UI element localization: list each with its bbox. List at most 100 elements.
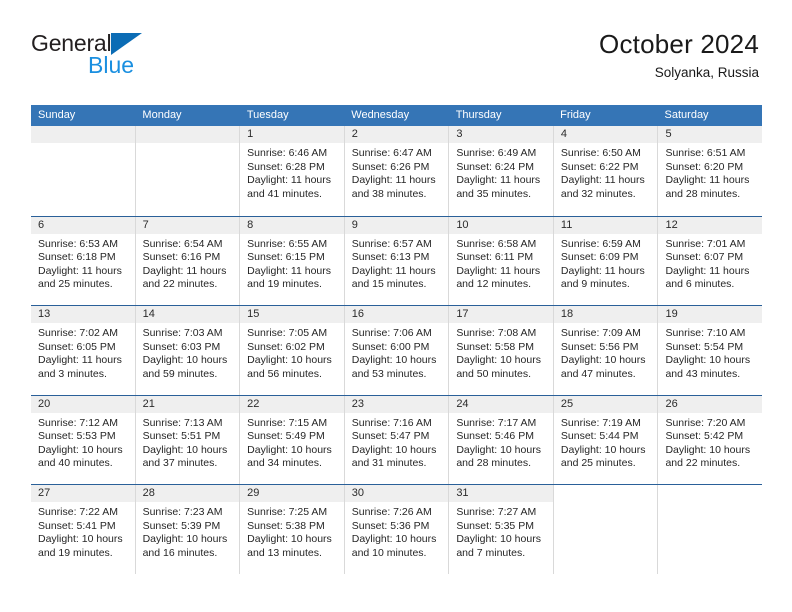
sunset-text: Sunset: 6:13 PM <box>351 251 430 264</box>
day-number: 19 <box>658 306 763 323</box>
daylight-text-line2: and 3 minutes. <box>38 367 107 380</box>
calendar-day-cell[interactable]: 7 Sunrise: 6:54 AM Sunset: 6:16 PM Daylight… <box>135 216 241 305</box>
day-number: 2 <box>344 126 449 143</box>
day-details: Sunrise: 6:51 AM Sunset: 6:20 PM Daylight:… <box>658 143 762 201</box>
daylight-text-line2: and 38 minutes. <box>351 187 427 200</box>
day-details: Sunrise: 7:08 AM Sunset: 5:58 PM Daylight:… <box>449 323 553 381</box>
sunrise-text: Sunrise: 6:49 AM <box>456 147 537 159</box>
day-number <box>135 126 240 143</box>
calendar-day-cell[interactable]: 18 Sunrise: 7:09 AM Sunset: 5:56 PM Dayligh… <box>553 306 659 395</box>
calendar-day-cell[interactable]: 19 Sunrise: 7:10 AM Sunset: 5:54 PM Dayligh… <box>658 306 763 395</box>
calendar-day-cell[interactable]: 5 Sunrise: 6:51 AM Sunset: 6:20 PM Daylight… <box>658 126 763 216</box>
daylight-text-line1: Daylight: 10 hours <box>351 533 437 546</box>
calendar-day-cell[interactable]: 31 Sunrise: 7:27 AM Sunset: 5:35 PM Dayligh… <box>449 485 554 574</box>
day-details: Sunrise: 7:16 AM Sunset: 5:47 PM Daylight:… <box>345 413 449 471</box>
weekday-header-monday: Monday <box>142 109 182 121</box>
day-details: Sunrise: 7:23 AM Sunset: 5:39 PM Daylight:… <box>136 502 240 560</box>
sunrise-text: Sunrise: 7:19 AM <box>560 416 641 429</box>
calendar-day-cell[interactable]: 11 Sunrise: 6:59 AM Sunset: 6:09 PM Dayligh… <box>553 216 659 305</box>
day-details: Sunrise: 7:06 AM Sunset: 6:00 PM Daylight:… <box>345 323 449 381</box>
calendar-day-cell[interactable]: 6 Sunrise: 6:53 AM Sunset: 6:18 PM Daylight… <box>31 216 136 305</box>
weekday-header-sunday: Sunday <box>38 109 76 121</box>
daylight-text-line1: Daylight: 10 hours <box>247 443 332 456</box>
calendar-day-cell[interactable]: 17 Sunrise: 7:08 AM Sunset: 5:58 PM Dayligh… <box>449 306 554 395</box>
title-block: October 2024 Solyanka, Russia <box>599 28 759 83</box>
calendar-weeks: 1 Sunrise: 6:46 AM Sunset: 6:28 PM Daylight… <box>31 126 763 574</box>
calendar-day-cell[interactable]: 25 Sunrise: 7:19 AM Sunset: 5:44 PM Dayligh… <box>553 395 659 484</box>
day-number: 22 <box>240 395 344 413</box>
weekday-header-wednesday: Wednesday <box>351 109 410 121</box>
day-number: 17 <box>449 306 553 323</box>
calendar-day-cell[interactable]: 13 Sunrise: 7:02 AM Sunset: 6:05 PM Dayligh… <box>31 306 136 395</box>
day-number <box>31 126 135 143</box>
daylight-text-line2: and 9 minutes. <box>560 278 630 291</box>
sunset-text: Sunset: 5:51 PM <box>142 430 221 443</box>
calendar-day-cell[interactable]: 2 Sunrise: 6:47 AM Sunset: 6:26 PM Daylight… <box>344 126 450 216</box>
daylight-text-line2: and 41 minutes. <box>247 187 322 200</box>
day-details: Sunrise: 7:26 AM Sunset: 5:36 PM Daylight:… <box>345 502 449 560</box>
day-details: Sunrise: 7:17 AM Sunset: 5:46 PM Daylight:… <box>449 413 553 471</box>
brand-logo[interactable]: General Blue <box>31 30 143 77</box>
calendar-day-cell[interactable]: 21 Sunrise: 7:13 AM Sunset: 5:51 PM Dayligh… <box>135 395 241 484</box>
daylight-text-line2: and 47 minutes. <box>560 367 636 380</box>
daylight-text-line1: Daylight: 10 hours <box>351 443 437 456</box>
sunrise-text: Sunrise: 6:50 AM <box>560 147 641 159</box>
daylight-text-line1: Daylight: 11 hours <box>142 264 227 277</box>
calendar-day-cell[interactable]: 26 Sunrise: 7:20 AM Sunset: 5:42 PM Dayligh… <box>658 395 763 484</box>
sunset-text: Sunset: 6:22 PM <box>560 160 639 173</box>
calendar-day-cell[interactable]: 9 Sunrise: 6:57 AM Sunset: 6:13 PM Daylight… <box>344 216 450 305</box>
calendar-day-cell[interactable]: 30 Sunrise: 7:26 AM Sunset: 5:36 PM Dayligh… <box>344 485 450 574</box>
day-number: 8 <box>240 216 344 234</box>
calendar-day-cell[interactable]: 22 Sunrise: 7:15 AM Sunset: 5:49 PM Dayligh… <box>240 395 345 484</box>
sunset-text: Sunset: 6:02 PM <box>247 340 325 353</box>
day-details: Sunrise: 7:19 AM Sunset: 5:44 PM Daylight:… <box>554 413 658 471</box>
calendar-day-cell[interactable]: 12 Sunrise: 7:01 AM Sunset: 6:07 PM Dayligh… <box>658 216 763 305</box>
calendar-week-row: 27 Sunrise: 7:22 AM Sunset: 5:41 PM Dayligh… <box>31 484 763 574</box>
daylight-text-line2: and 22 minutes. <box>665 457 741 470</box>
sunset-text: Sunset: 6:16 PM <box>142 251 221 264</box>
sunrise-text: Sunrise: 7:03 AM <box>142 327 223 339</box>
sunset-text: Sunset: 6:09 PM <box>560 251 639 264</box>
calendar-day-cell[interactable]: 4 Sunrise: 6:50 AM Sunset: 6:22 PM Daylight… <box>553 126 659 216</box>
daylight-text-line1: Daylight: 10 hours <box>247 354 332 367</box>
day-details: Sunrise: 7:25 AM Sunset: 5:38 PM Daylight:… <box>240 502 344 560</box>
daylight-text-line1: Daylight: 11 hours <box>456 174 541 187</box>
daylight-text-line1: Daylight: 10 hours <box>665 443 751 456</box>
calendar-day-cell[interactable]: 27 Sunrise: 7:22 AM Sunset: 5:41 PM Dayligh… <box>31 485 136 574</box>
day-details: Sunrise: 6:50 AM Sunset: 6:22 PM Daylight:… <box>554 143 658 201</box>
calendar-day-cell[interactable]: 3 Sunrise: 6:49 AM Sunset: 6:24 PM Daylight… <box>449 126 554 216</box>
day-details: Sunrise: 6:49 AM Sunset: 6:24 PM Daylight:… <box>449 143 553 201</box>
daylight-text-line1: Daylight: 10 hours <box>142 443 228 456</box>
day-number: 20 <box>31 395 135 413</box>
sunrise-text: Sunrise: 7:09 AM <box>560 327 641 339</box>
sunset-text: Sunset: 5:42 PM <box>665 430 744 443</box>
day-details: Sunrise: 7:10 AM Sunset: 5:54 PM Daylight:… <box>658 323 762 381</box>
daylight-text-line2: and 10 minutes. <box>351 546 427 559</box>
daylight-text-line1: Daylight: 11 hours <box>665 264 750 277</box>
sunset-text: Sunset: 6:26 PM <box>351 160 430 173</box>
sunset-text: Sunset: 5:56 PM <box>560 340 639 353</box>
sunrise-text: Sunrise: 7:05 AM <box>247 327 328 339</box>
daylight-text-line1: Daylight: 11 hours <box>665 174 750 187</box>
day-number: 26 <box>658 395 763 413</box>
calendar-day-cell[interactable]: 16 Sunrise: 7:06 AM Sunset: 6:00 PM Dayligh… <box>344 306 450 395</box>
calendar-day-cell[interactable]: 23 Sunrise: 7:16 AM Sunset: 5:47 PM Dayligh… <box>344 395 450 484</box>
calendar-day-cell[interactable]: 1 Sunrise: 6:46 AM Sunset: 6:28 PM Daylight… <box>240 126 345 216</box>
day-details: Sunrise: 7:01 AM Sunset: 6:07 PM Daylight:… <box>658 234 762 292</box>
day-details: Sunrise: 7:15 AM Sunset: 5:49 PM Daylight:… <box>240 413 344 471</box>
daylight-text-line2: and 59 minutes. <box>142 367 218 380</box>
weekday-header-thursday: Thursday <box>455 109 502 121</box>
calendar-day-cell[interactable]: 29 Sunrise: 7:25 AM Sunset: 5:38 PM Dayligh… <box>240 485 345 574</box>
calendar-day-cell[interactable]: 24 Sunrise: 7:17 AM Sunset: 5:46 PM Dayligh… <box>449 395 554 484</box>
calendar-day-cell[interactable]: 28 Sunrise: 7:23 AM Sunset: 5:39 PM Dayligh… <box>135 485 241 574</box>
sunset-text: Sunset: 6:20 PM <box>665 160 744 173</box>
sunrise-text: Sunrise: 6:59 AM <box>560 237 641 250</box>
calendar-day-cell[interactable]: 20 Sunrise: 7:12 AM Sunset: 5:53 PM Dayligh… <box>31 395 136 484</box>
day-number: 6 <box>31 216 135 234</box>
calendar-day-cell[interactable]: 15 Sunrise: 7:05 AM Sunset: 6:02 PM Dayligh… <box>240 306 345 395</box>
weekday-header-tuesday: Tuesday <box>246 109 289 121</box>
calendar-day-cell[interactable]: 8 Sunrise: 6:55 AM Sunset: 6:15 PM Daylight… <box>240 216 345 305</box>
calendar-day-cell[interactable]: 10 Sunrise: 6:58 AM Sunset: 6:11 PM Dayligh… <box>449 216 554 305</box>
calendar-day-cell[interactable]: 14 Sunrise: 7:03 AM Sunset: 6:03 PM Dayligh… <box>135 306 241 395</box>
sunset-text: Sunset: 5:47 PM <box>351 430 430 443</box>
